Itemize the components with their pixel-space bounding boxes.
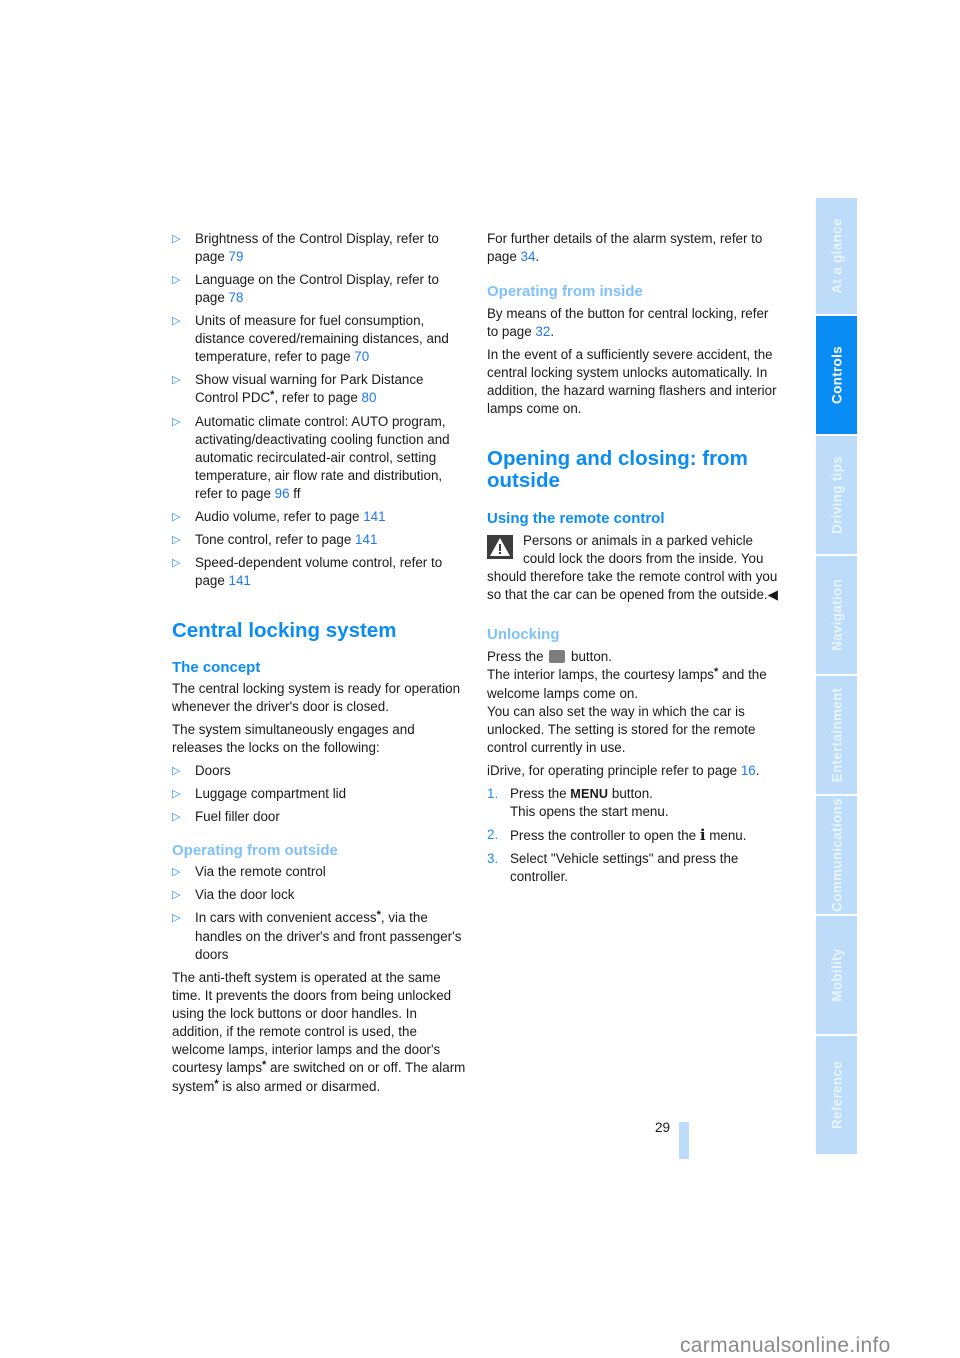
menu-key-icon: MENU xyxy=(570,787,609,801)
tab-communications[interactable]: Communications xyxy=(816,796,857,914)
list-item: ▷ Audio volume, refer to page 141 xyxy=(172,509,386,524)
bullet-icon: ▷ xyxy=(172,765,181,777)
section-title-opening-closing: Opening and closing: from outside xyxy=(487,447,748,492)
bullet-icon: ▷ xyxy=(172,557,181,569)
page-link[interactable]: 32 xyxy=(535,324,550,339)
tab-controls[interactable]: Controls xyxy=(816,316,857,434)
step-item: 1. Press the MENU button. This opens the s… xyxy=(487,786,669,819)
page-marker-bar xyxy=(679,1122,689,1159)
bullet-icon: ▷ xyxy=(172,534,181,546)
inside-paragraph: By means of the button for central locki… xyxy=(487,306,769,339)
page-number: 29 xyxy=(655,1120,671,1135)
tab-navigation[interactable]: Navigation xyxy=(816,556,857,674)
idrive-reference: iDrive, for operating principle refer to… xyxy=(487,763,760,778)
page-link[interactable]: 34 xyxy=(521,249,536,264)
concept-paragraph: The central locking system is ready for … xyxy=(172,681,461,714)
bullet-icon: ▷ xyxy=(172,912,181,924)
list-item: ▷ Brightness of the Control Display, refe… xyxy=(172,231,439,264)
bullet-icon: ▷ xyxy=(172,274,181,286)
heading-using-remote-control: Using the remote control xyxy=(487,510,665,527)
page-link[interactable]: 80 xyxy=(362,390,377,405)
list-item: ▷ Luggage compartment lid xyxy=(172,786,347,801)
list-item: ▷ Language on the Control Display, refer … xyxy=(172,272,439,305)
list-item: ▷ Show visual warning for Park Distance C… xyxy=(172,372,424,405)
heading-unlocking: Unlocking xyxy=(487,626,560,643)
tab-driving-tips[interactable]: Driving tips xyxy=(816,436,857,554)
setting-paragraph: You can also set the way in which the ca… xyxy=(487,704,756,755)
chapter-tabs: At a glance Controls Driving tips Naviga… xyxy=(816,198,857,1156)
page-link[interactable]: 79 xyxy=(229,249,244,264)
list-item: ▷ Speed-dependent volume control, refer t… xyxy=(172,555,443,588)
tab-mobility[interactable]: Mobility xyxy=(816,916,857,1034)
list-item: ▷ In cars with convenient access*, via th… xyxy=(172,909,462,962)
step-item: 3. Select "Vehicle settings" and press th… xyxy=(487,851,739,884)
list-item: ▷ Fuel filler door xyxy=(172,809,280,824)
bullet-icon: ▷ xyxy=(172,315,181,327)
unlock-key-icon xyxy=(549,650,566,663)
heading-operating-from-outside: Operating from outside xyxy=(172,842,338,859)
warning-note: Persons or animals in a parked vehicle c… xyxy=(487,533,778,602)
lamps-paragraph: The interior lamps, the courtesy lamps* … xyxy=(487,666,767,701)
list-item: ▷ Automatic climate control: AUTO program… xyxy=(172,414,450,501)
bullet-icon: ▷ xyxy=(172,233,181,245)
section-title-central-locking: Central locking system xyxy=(172,619,397,642)
list-item: ▷ Via the door lock xyxy=(172,887,295,902)
accident-paragraph: In the event of a sufficiently severe ac… xyxy=(487,347,777,416)
optional-star: * xyxy=(262,1059,267,1071)
press-unlock-line: Press the button. xyxy=(487,649,612,664)
tab-entertainment[interactable]: Entertainment xyxy=(816,676,857,794)
watermark: carmanualsonline.info xyxy=(680,1334,891,1357)
bullet-icon: ▷ xyxy=(172,416,181,428)
bullet-icon: ▷ xyxy=(172,811,181,823)
tab-reference[interactable]: Reference xyxy=(816,1036,857,1154)
page-link[interactable]: 70 xyxy=(354,349,369,364)
page-link[interactable]: 141 xyxy=(363,509,385,524)
settings-list: ▷ Brightness of the Control Display, refe… xyxy=(172,230,467,590)
optional-star: * xyxy=(214,1078,219,1090)
optional-star: * xyxy=(714,666,719,678)
bullet-icon: ▷ xyxy=(172,374,181,386)
page-link[interactable]: 16 xyxy=(741,763,756,778)
bullet-icon: ▷ xyxy=(172,511,181,523)
step-number: 3. xyxy=(487,851,499,866)
list-item: ▷ Via the remote control xyxy=(172,864,326,879)
heading-operating-from-inside: Operating from inside xyxy=(487,283,643,300)
right-column: For further details of the alarm system,… xyxy=(487,230,782,891)
optional-star: * xyxy=(270,389,275,401)
bullet-icon: ▷ xyxy=(172,788,181,800)
list-item: ▷ Doors xyxy=(172,763,231,778)
page-link[interactable]: 96 xyxy=(275,486,290,501)
step-number: 2. xyxy=(487,827,499,842)
bullet-icon: ▷ xyxy=(172,866,181,878)
anti-theft-paragraph: The anti-theft system is operated at the… xyxy=(172,970,466,1094)
step-number: 1. xyxy=(487,786,499,801)
page-link[interactable]: 141 xyxy=(355,532,377,547)
optional-star: * xyxy=(376,909,381,921)
tab-at-a-glance[interactable]: At a glance xyxy=(816,198,857,314)
bullet-icon: ▷ xyxy=(172,889,181,901)
page-link[interactable]: 141 xyxy=(229,573,251,588)
list-item: ▷ Units of measure for fuel consumption, … xyxy=(172,313,449,364)
heading-the-concept: The concept xyxy=(172,659,261,676)
alarm-reference: For further details of the alarm system,… xyxy=(487,231,763,264)
left-column: ▷ Brightness of the Control Display, refe… xyxy=(172,230,467,1102)
concept-paragraph: The system simultaneously engages and re… xyxy=(172,722,415,755)
end-mark: ◀ xyxy=(767,587,778,602)
warning-icon xyxy=(487,535,513,559)
step-item: 2. Press the controller to open the i men… xyxy=(487,826,747,844)
list-item: ▷ Tone control, refer to page 141 xyxy=(172,532,378,547)
page-link[interactable]: 78 xyxy=(229,290,244,305)
